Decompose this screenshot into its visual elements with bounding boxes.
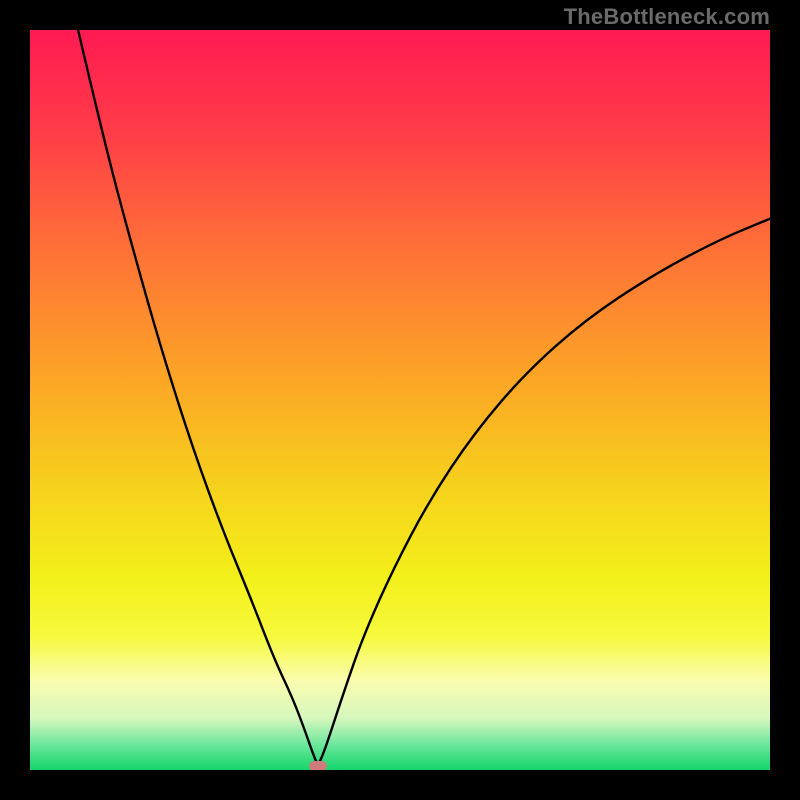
bottleneck-curve xyxy=(78,30,770,763)
chart-plot-area xyxy=(30,30,770,770)
min-point-marker xyxy=(309,761,327,770)
watermark-text: TheBottleneck.com xyxy=(564,4,770,30)
chart-svg xyxy=(30,30,770,770)
chart-frame: TheBottleneck.com xyxy=(0,0,800,800)
